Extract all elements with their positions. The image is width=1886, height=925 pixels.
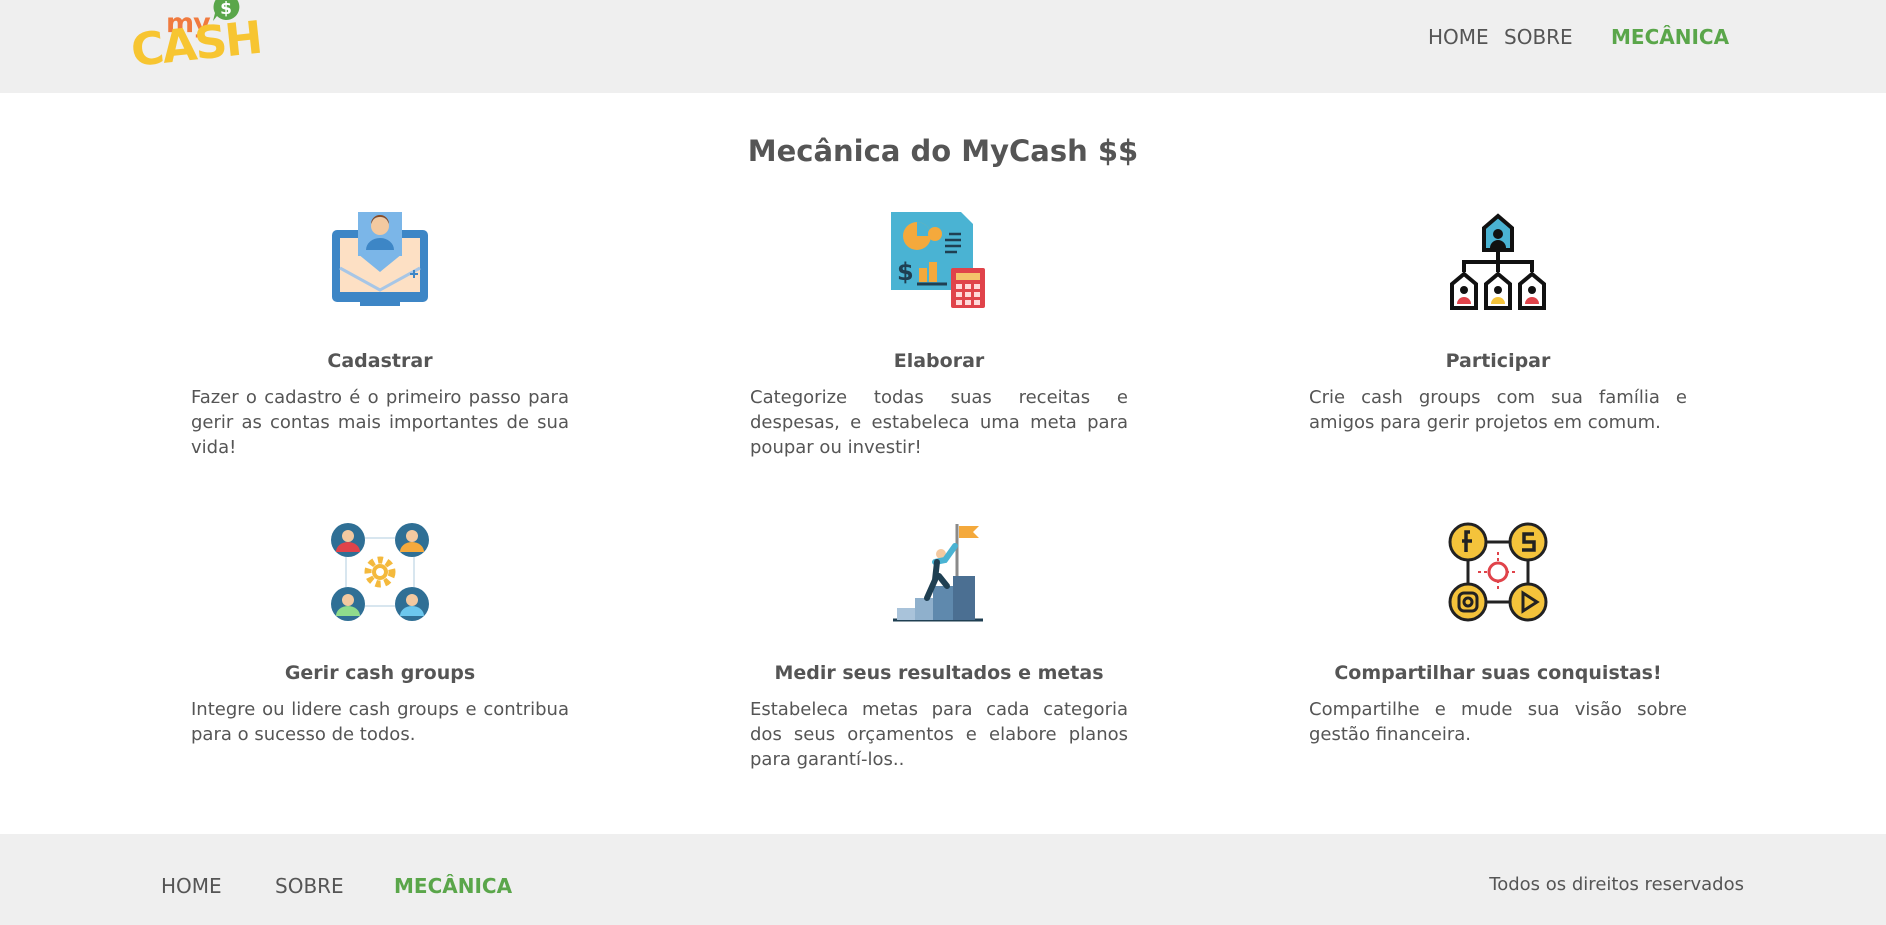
card-title: Compartilhar suas conquistas!: [1334, 662, 1662, 684]
card-description: Compartilhe e mude sua visão sobre gestã…: [1309, 699, 1687, 745]
card-description: Categorize todas suas receitas e despesa…: [750, 387, 1128, 458]
dollar-coin-icon: $: [213, 0, 240, 21]
footer-nav-sobre[interactable]: SOBRE: [275, 874, 344, 898]
card-description: Fazer o cadastro é o primeiro passo para…: [191, 387, 569, 458]
page-title: Mecânica do MyCash $$: [747, 134, 1139, 168]
copyright-text: Todos os direitos reservados: [1489, 874, 1744, 895]
nav-mecanica[interactable]: MECÂNICA: [1611, 25, 1729, 49]
nav-home[interactable]: HOME: [1428, 25, 1489, 49]
top-header: my CASH $ HOME SOBRE MECÂNICA: [0, 0, 1886, 93]
monitor-user-icon: [332, 212, 428, 306]
team-network-icon: [331, 523, 429, 621]
footer-nav-mecanica[interactable]: MECÂNICA: [394, 874, 512, 898]
svg-text:$: $: [897, 258, 914, 286]
footer-nav-home[interactable]: HOME: [161, 874, 222, 898]
card-description: Integre ou lidere cash groups e contribu…: [191, 699, 569, 745]
logo-text-cash: CASH: [128, 10, 264, 77]
card-title: Participar: [1445, 350, 1551, 372]
card-title: Medir seus resultados e metas: [774, 662, 1104, 684]
group-hierarchy-icon: [1450, 213, 1546, 310]
finance-report-icon: $: [891, 212, 985, 308]
coin-symbol: $: [220, 0, 232, 19]
card-description: Estabeleca metas para cada categoria dos…: [750, 699, 1128, 770]
page-footer: HOME SOBRE MECÂNICA Todos os direitos re…: [0, 834, 1886, 925]
nav-sobre[interactable]: SOBRE: [1504, 25, 1573, 49]
card-title: Elaborar: [893, 350, 985, 372]
mycash-logo[interactable]: my CASH $: [128, 0, 263, 78]
goal-flag-icon: [893, 524, 983, 622]
card-description: Crie cash groups com sua família e amigo…: [1309, 387, 1687, 433]
social-share-icon: [1448, 522, 1548, 622]
card-title: Cadastrar: [327, 350, 433, 372]
card-title: Gerir cash groups: [284, 662, 476, 684]
